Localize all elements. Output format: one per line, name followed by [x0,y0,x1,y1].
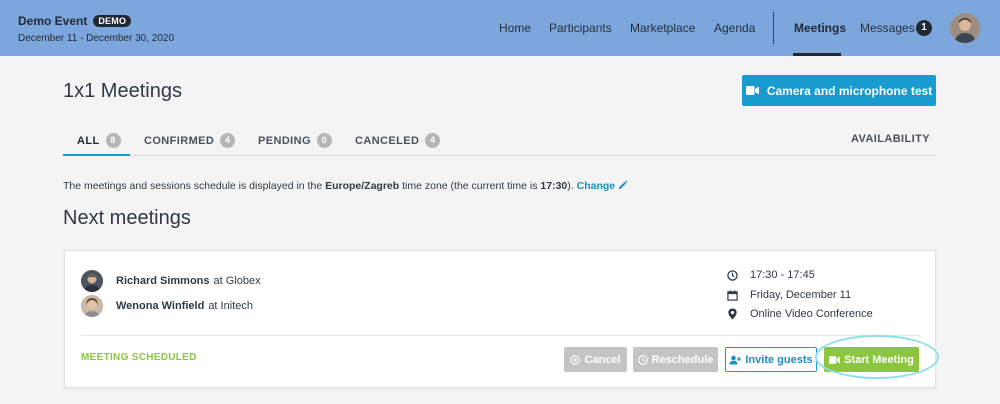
meeting-card: Richard Simmons at Globex Wenona Winfiel… [64,250,939,388]
timezone-text: The meetings and sessions schedule is di… [63,180,323,192]
event-dates: December 11 - December 30, 2020 [18,33,175,44]
section-title: Next meetings [63,207,191,229]
cancel-meeting-button[interactable]: Cancel [564,347,627,372]
person-avatar-icon [81,270,103,292]
tabs-divider [63,155,936,156]
tab-label: CANCELED [355,134,420,147]
clock-icon [637,354,648,365]
map-pin-icon [728,308,737,320]
tab-confirmed[interactable]: CONFIRMED 4 [144,133,236,148]
meeting-status: MEETING SCHEDULED [81,352,197,363]
invite-guests-label: Invite guests [745,353,813,366]
participant-row: Wenona Winfield at Initech [81,295,253,317]
timezone-text: ). [567,180,574,192]
meeting-time: 17:30 - 17:45 [727,269,815,281]
current-time: 17:30 [540,180,568,192]
tab-canceled[interactable]: CANCELED 4 [355,133,441,148]
meeting-date-text: Friday, December 11 [750,289,852,301]
participant-company: at Globex [213,275,261,287]
active-tab-indicator [63,154,130,156]
participant-avatar[interactable] [81,270,103,292]
nav-marketplace[interactable]: Marketplace [630,21,695,35]
nav-divider [773,12,774,44]
nav-home[interactable]: Home [499,21,531,35]
reschedule-button[interactable]: Reschedule [633,347,718,372]
video-camera-icon [745,86,759,95]
top-navigation-bar: Demo Event DEMO December 11 - December 3… [0,0,1000,56]
tab-all[interactable]: ALL 8 [77,133,121,148]
tab-pending[interactable]: PENDING 0 [258,133,332,148]
tab-availability[interactable]: AVAILABILITY [851,133,930,145]
participant-name[interactable]: Wenona Winfield [116,300,204,312]
event-title[interactable]: Demo Event DEMO [18,14,132,28]
timezone-name: Europe/Zagreb [325,180,400,192]
cancel-icon [570,354,581,365]
change-timezone-link[interactable]: Change [577,180,628,192]
participant-name[interactable]: Richard Simmons [116,275,210,287]
tab-count-badge: 4 [220,133,236,148]
messages-count-badge: 1 [916,20,932,36]
nav-agenda[interactable]: Agenda [714,21,755,35]
change-link-label: Change [576,180,616,192]
nav-meetings[interactable]: Meetings [794,21,846,35]
tab-count-badge: 0 [316,133,332,148]
meeting-date: Friday, December 11 [727,289,851,301]
page-title: 1x1 Meetings [63,80,182,102]
user-avatar[interactable] [950,13,980,43]
clock-icon [727,269,738,281]
reschedule-label: Reschedule [651,353,714,366]
tab-count-badge: 4 [425,133,441,148]
tab-label: CONFIRMED [144,134,215,147]
tab-label: ALL [77,134,100,147]
pencil-icon [619,180,628,189]
calendar-icon [727,289,738,301]
tab-count-badge: 8 [105,133,121,148]
participant-company: at Initech [208,300,253,312]
participant-avatar[interactable] [81,295,103,317]
cancel-label: Cancel [584,353,621,366]
card-divider [81,335,920,336]
timezone-info: The meetings and sessions schedule is di… [63,180,628,192]
add-user-icon [729,355,742,364]
camera-microphone-test-button[interactable]: Camera and microphone test [742,75,936,106]
timezone-text: time zone (the current time is [402,180,538,192]
nav-messages[interactable]: Messages [860,21,915,35]
person-avatar-icon [81,295,103,317]
meeting-location-text: Online Video Conference [750,308,873,320]
meeting-location: Online Video Conference [727,308,873,320]
nav-participants[interactable]: Participants [549,21,612,35]
user-avatar-icon [950,13,980,43]
event-name: Demo Event [18,14,88,28]
demo-badge: DEMO [93,15,132,27]
participant-row: Richard Simmons at Globex [81,270,261,292]
tab-label: PENDING [258,134,311,147]
invite-guests-button[interactable]: Invite guests [725,347,817,372]
camera-button-label: Camera and microphone test [766,83,933,98]
meeting-time-text: 17:30 - 17:45 [750,269,815,281]
nav-active-indicator [793,53,841,56]
start-meeting-highlight [815,335,939,379]
